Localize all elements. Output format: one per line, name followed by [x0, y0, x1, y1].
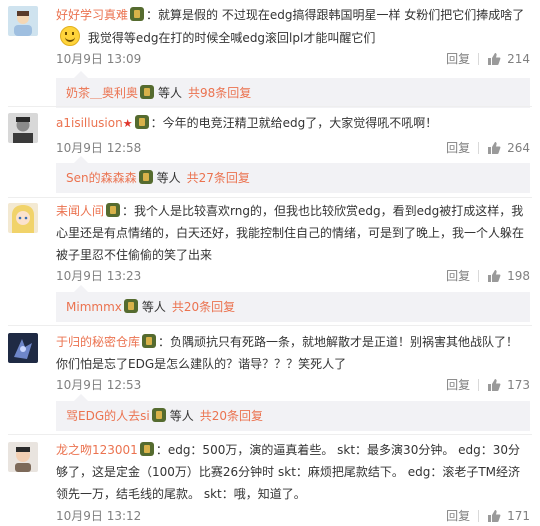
member-badge-icon — [106, 203, 121, 217]
reply-button[interactable]: 回复 — [446, 50, 470, 67]
member-badge-icon — [130, 7, 145, 21]
reply-text: 等人 — [169, 409, 194, 423]
member-badge-icon — [142, 334, 157, 348]
avatar[interactable] — [8, 113, 38, 143]
username-link[interactable]: 好好学习真难 — [56, 8, 128, 22]
reply-text: 等人 — [156, 171, 181, 185]
comment-text: 耒闻人间 ：我个人是比较喜欢rng的，但我也比较欣赏edg，看到edg被打成这样，… — [56, 200, 530, 266]
comment-text: 龙之吻123001 ：edg：500万，演的逼真着些。 skt：最多演30分钟。 … — [56, 439, 530, 505]
reply-text: 等人 — [158, 86, 183, 100]
username-link[interactable]: 龙之吻123001 — [56, 443, 138, 457]
timestamp: 10月9日 12:58 — [56, 141, 142, 155]
member-badge-icon — [134, 115, 149, 129]
comment-meta: 10月9日 12:53 回复 173 — [56, 376, 530, 393]
like-count: 264 — [507, 140, 530, 155]
reply-username[interactable]: 骂EDG的人去si — [66, 409, 150, 423]
reply-count-link[interactable]: 共98条回复 — [188, 86, 251, 100]
username-link[interactable]: a1isillusion — [56, 116, 123, 130]
comment-content: ：我个人是比较喜欢rng的，但我也比较欣赏edg，看到edg被打成这样，我心里还… — [56, 204, 525, 262]
reply-button[interactable]: 回复 — [446, 139, 470, 156]
reply-count-link[interactable]: 共20条回复 — [172, 300, 235, 314]
reply-count-link[interactable]: 共20条回复 — [200, 409, 263, 423]
like-count: 198 — [507, 268, 530, 283]
thumbs-up-icon — [488, 378, 501, 391]
reply-summary[interactable]: 骂EDG的人去si 等人 共20条回复 — [56, 394, 530, 431]
member-badge-icon — [123, 299, 138, 313]
like-button[interactable]: 171 — [487, 509, 530, 523]
reply-count-link[interactable]: 共27条回复 — [187, 171, 250, 185]
comment-actions: 回复 198 — [446, 267, 530, 284]
like-count: 214 — [507, 51, 530, 66]
divider — [478, 378, 480, 391]
divider — [478, 141, 480, 154]
comment-meta: 10月9日 13:12 回复 171 — [56, 507, 530, 524]
reply-summary[interactable]: 奶茶＿奥利奥 等人 共98条回复 — [56, 71, 530, 108]
timestamp: 10月9日 12:53 — [56, 378, 142, 392]
like-button[interactable]: 214 — [487, 52, 530, 66]
smile-emoji-icon — [60, 26, 80, 46]
reply-button[interactable]: 回复 — [446, 507, 470, 524]
username-link[interactable]: 耒闻人间 — [56, 204, 104, 218]
like-button[interactable]: 264 — [487, 141, 530, 155]
avatar[interactable] — [8, 6, 38, 36]
comment-content-cont: 我觉得等edg在打的时候全喊edg滚回lpl才能叫醒它们 — [84, 31, 376, 45]
like-count: 173 — [507, 377, 530, 392]
thumbs-up-icon — [488, 141, 501, 154]
comment-actions: 回复 264 — [446, 139, 530, 156]
reply-username[interactable]: 奶茶＿奥利奥 — [66, 86, 138, 100]
divider — [8, 434, 532, 435]
divider — [8, 106, 532, 107]
star-icon: ★ — [122, 117, 133, 130]
reply-button[interactable]: 回复 — [446, 267, 470, 284]
comment-content: ：就算是假的 不过现在edg搞得跟韩国明星一样 女粉们把它们捧成啥了 — [146, 8, 525, 22]
comment-text: 好好学习真难 ：就算是假的 不过现在edg搞得跟韩国明星一样 女粉们把它们捧成啥了… — [56, 4, 530, 49]
reply-username[interactable]: Sen的森森森 — [66, 171, 137, 185]
comment-text: a1isillusion★ ：今年的电竞汪精卫就给edg了，大家觉得吼不吼啊！ — [56, 112, 530, 135]
thumbs-up-icon — [488, 509, 501, 522]
divider — [478, 52, 480, 65]
timestamp: 10月9日 13:23 — [56, 269, 142, 283]
reply-text: 等人 — [141, 300, 166, 314]
timestamp: 10月9日 13:12 — [56, 509, 142, 523]
comment-content: ：今年的电竞汪精卫就给edg了，大家觉得吼不吼啊！ — [150, 116, 438, 130]
comment-meta: 10月9日 12:58 回复 264 — [56, 139, 530, 156]
avatar[interactable] — [8, 442, 38, 472]
member-badge-icon — [138, 170, 153, 184]
member-badge-icon — [139, 442, 154, 456]
reply-summary[interactable]: Sen的森森森 等人 共27条回复 — [56, 156, 530, 193]
member-badge-icon — [140, 85, 155, 99]
username-link[interactable]: 于归的秘密仓库 — [56, 335, 140, 349]
thumbs-up-icon — [488, 52, 501, 65]
comment-text: 于归的秘密仓库 ：负隅顽抗只有死路一条，就地解散才是正道！别祸害其他战队了！你们怕… — [56, 331, 530, 375]
comment-actions: 回复 173 — [446, 376, 530, 393]
divider — [8, 197, 532, 198]
member-badge-icon — [151, 408, 166, 422]
reply-button[interactable]: 回复 — [446, 376, 470, 393]
like-button[interactable]: 198 — [487, 269, 530, 283]
thumbs-up-icon — [488, 269, 501, 282]
reply-summary[interactable]: Mimmmx 等人 共20条回复 — [56, 285, 530, 322]
reply-username[interactable]: Mimmmx — [66, 300, 122, 314]
like-button[interactable]: 173 — [487, 378, 530, 392]
like-count: 171 — [507, 508, 530, 523]
timestamp: 10月9日 13:09 — [56, 52, 142, 66]
comment-meta: 10月9日 13:23 回复 198 — [56, 267, 530, 284]
comment-actions: 回复 214 — [446, 50, 530, 67]
avatar[interactable] — [8, 333, 38, 363]
comment-meta: 10月9日 13:09 回复 214 — [56, 50, 530, 67]
avatar[interactable] — [8, 203, 38, 233]
comment-actions: 回复 171 — [446, 507, 530, 524]
divider — [478, 269, 480, 282]
divider — [478, 509, 480, 522]
divider — [8, 325, 532, 326]
